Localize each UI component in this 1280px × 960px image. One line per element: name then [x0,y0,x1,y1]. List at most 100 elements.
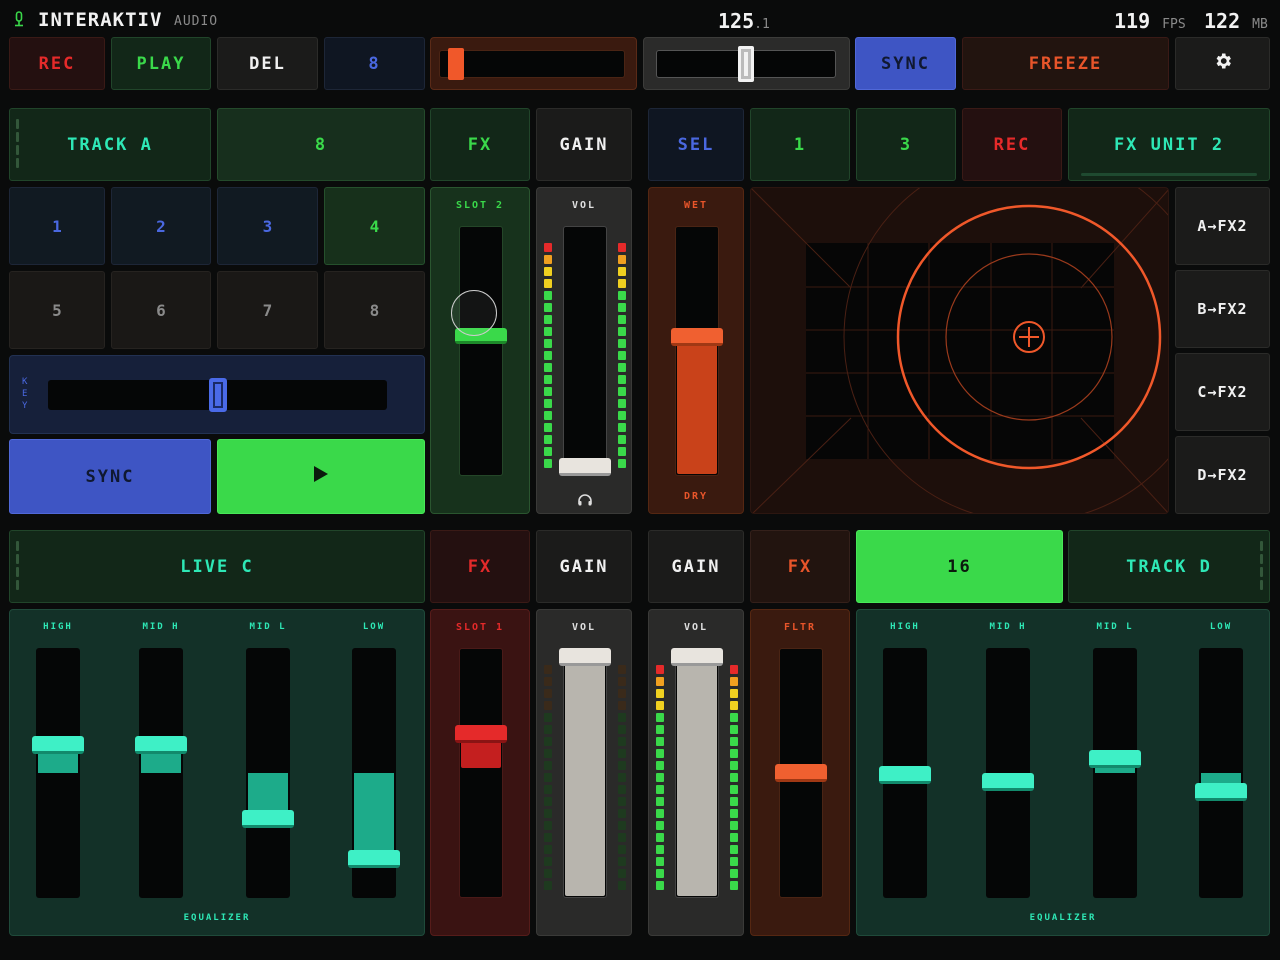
pad-7[interactable]: 7 [217,271,318,349]
fx-sel-button[interactable]: SEL [648,108,744,181]
eq-low-handle[interactable] [1195,782,1247,801]
slot-1-fader-handle[interactable] [455,724,507,743]
eq-mid-l-handle[interactable] [1089,750,1141,769]
crossfader-mid-handle[interactable] [738,46,754,82]
play-button[interactable]: PLAY [111,37,211,90]
pad-4[interactable]: 4 [324,187,425,265]
eq-low-label: LOW [1209,622,1233,632]
deck-c-track-text: LIVE C [180,556,254,577]
fps-readout: 119 FPS [1114,9,1186,33]
meter-segment [730,713,738,722]
drag-handle[interactable] [1260,541,1263,590]
deck-a-track-label[interactable]: TRACK A [9,108,211,181]
deck-c-fx-button[interactable]: FX [430,530,530,603]
deck-d-fx-button[interactable]: FX [750,530,850,603]
route-a-fx2-button[interactable]: A→FX2 [1175,187,1270,265]
meter-segment [618,833,626,842]
pad-2[interactable]: 2 [111,187,211,265]
vol-track [563,226,607,476]
meter-segment [730,749,738,758]
wet-label: WET [683,200,709,211]
level-meter-right [730,665,738,890]
eq-fill [354,773,394,859]
fx-unit-title[interactable]: FX UNIT 2 [1068,108,1270,181]
meter-segment [544,387,552,396]
wet-fader-handle[interactable] [671,328,723,347]
eq-low-handle[interactable] [348,849,400,868]
settings-button[interactable] [1175,37,1270,90]
eq-mid-h-handle[interactable] [135,736,187,755]
eq-mid-l-label: MID L [249,622,287,632]
crossfader-left[interactable] [430,37,637,90]
count-button[interactable]: 8 [324,37,425,90]
meter-segment [730,761,738,770]
play-icon [313,465,329,488]
vol-fader-handle[interactable] [559,458,611,476]
deck-d-gain-button[interactable]: GAIN [648,530,744,603]
eq-high-handle[interactable] [32,736,84,755]
meter-segment [730,881,738,890]
key-slider-handle[interactable] [208,378,227,412]
drag-handle[interactable] [16,541,19,590]
eq-mid-h-handle[interactable] [982,773,1034,792]
meter-segment [544,869,552,878]
route-c-fx2-button[interactable]: C→FX2 [1175,353,1270,431]
deck-a-fx-button[interactable]: FX [430,108,530,181]
drag-handle[interactable] [16,119,19,168]
deck-d-beat-count[interactable]: 16 [856,530,1063,603]
pad-3[interactable]: 3 [217,187,318,265]
delete-button[interactable]: DEL [217,37,318,90]
deck-a-vol-panel: VOL [536,187,632,514]
meter-segment [618,327,626,336]
fltr-fader-handle[interactable] [775,764,827,782]
pad-1[interactable]: 1 [9,187,105,265]
meter-segment [544,761,552,770]
bpm-frac: .1 [754,17,770,32]
pad-8[interactable]: 8 [324,271,425,349]
fx-btn-3[interactable]: 3 [856,108,956,181]
vol-d-fader-handle[interactable] [671,648,723,666]
sync-top-button[interactable]: SYNC [855,37,956,90]
crossfader-mid[interactable] [643,37,850,90]
deck-c-gain-button[interactable]: GAIN [536,530,632,603]
fx-btn-1[interactable]: 1 [750,108,850,181]
meter-segment [544,665,552,674]
eq-high-handle[interactable] [879,766,931,785]
fx-xy-pad[interactable] [750,187,1169,514]
deck-a-beat-count[interactable]: 8 [217,108,425,181]
meter-segment [730,725,738,734]
fx-rec-button[interactable]: REC [962,108,1062,181]
rec-button[interactable]: REC [9,37,105,90]
dry-label: DRY [683,491,709,502]
meter-segment [544,399,552,408]
touch-indicator [451,290,497,337]
meter-segment [730,665,738,674]
deck-a-sync-button[interactable]: SYNC [9,439,211,514]
meter-segment [656,761,664,770]
meter-segment [544,881,552,890]
fps-label: FPS [1162,17,1186,32]
route-b-fx2-button[interactable]: B→FX2 [1175,270,1270,348]
meter-segment [544,435,552,444]
eq-mid-l-handle[interactable] [242,810,294,829]
pad-5[interactable]: 5 [9,271,105,349]
route-d-fx2-button[interactable]: D→FX2 [1175,436,1270,514]
eq-mid-h-label: MID H [989,622,1027,632]
eq-mid-l-label: MID L [1096,622,1134,632]
meter-segment [544,243,552,252]
meter-segment [730,689,738,698]
deck-a-gain-button[interactable]: GAIN [536,108,632,181]
pad-6[interactable]: 6 [111,271,211,349]
slot-1-track [459,648,503,898]
vol-c-fader-handle[interactable] [559,648,611,666]
meter-segment [618,315,626,324]
key-slider-panel[interactable]: K E Y [9,355,425,434]
meter-segment [730,677,738,686]
crossfader-left-handle[interactable] [447,48,464,80]
eq-low-label: LOW [362,622,386,632]
deck-c-track-label[interactable]: LIVE C [9,530,425,603]
deck-a-play-button[interactable] [217,439,425,514]
freeze-button[interactable]: FREEZE [962,37,1169,90]
meter-segment [730,857,738,866]
deck-d-track-label[interactable]: TRACK D [1068,530,1270,603]
